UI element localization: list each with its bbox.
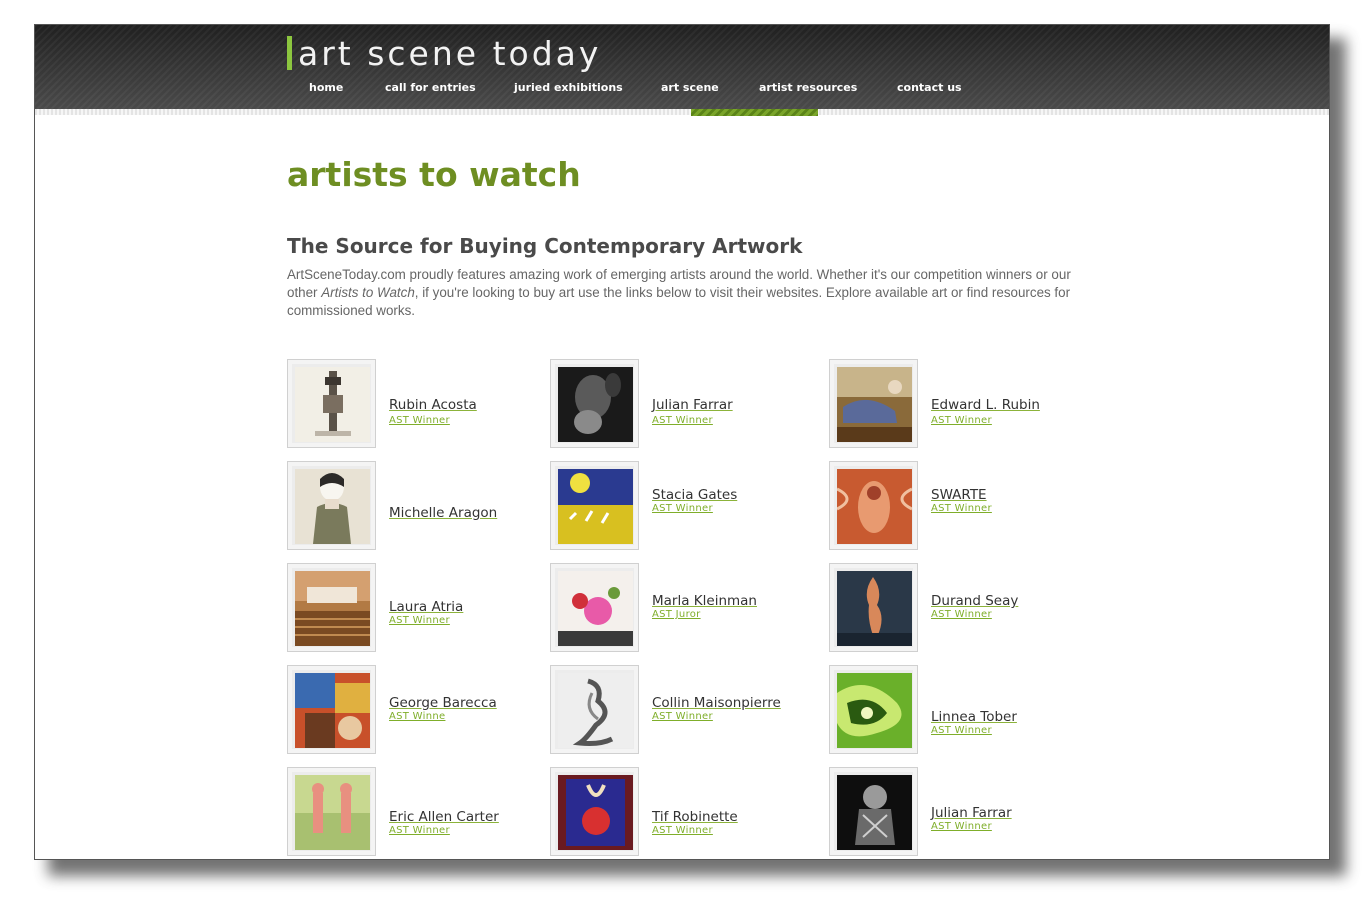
artist-name-link[interactable]: Julian Farrar <box>931 805 1012 821</box>
artwork-image-icon <box>558 673 633 748</box>
section-title: The Source for Buying Contemporary Artwo… <box>287 234 803 258</box>
site-logo[interactable]: art scene today <box>287 33 601 73</box>
artist-badge-link[interactable]: AST Winner <box>652 415 713 426</box>
artist-badge-link[interactable]: AST Juror <box>652 609 701 620</box>
artwork-thumbnail[interactable] <box>287 665 376 754</box>
artist-name-link[interactable]: Julian Farrar <box>652 397 733 413</box>
nav-call-for-entries[interactable]: call for entries <box>385 81 476 94</box>
artist-badge-link[interactable]: AST Winner <box>931 609 992 620</box>
artwork-image-icon <box>295 469 370 544</box>
site-header: art scene today home call for entries ju… <box>35 25 1329 109</box>
artwork-image-icon <box>295 367 370 442</box>
intro-paragraph: ArtSceneToday.com proudly features amazi… <box>287 266 1077 320</box>
artwork-thumbnail[interactable] <box>550 359 639 448</box>
artist-badge-link[interactable]: AST Winner <box>652 503 713 514</box>
artist-name-link[interactable]: George Barecca <box>389 695 497 711</box>
artist-badge-link[interactable]: AST Winner <box>389 825 450 836</box>
artist-badge-link[interactable]: AST Winne <box>389 711 445 722</box>
artwork-thumbnail[interactable] <box>550 563 639 652</box>
nav-home[interactable]: home <box>309 81 343 94</box>
artwork-image-icon <box>837 469 912 544</box>
nav-juried-exhibitions[interactable]: juried exhibitions <box>514 81 623 94</box>
artwork-image-icon <box>837 367 912 442</box>
nav-art-scene[interactable]: art scene <box>661 81 719 94</box>
artwork-thumbnail[interactable] <box>550 461 639 550</box>
artist-name-link[interactable]: Michelle Aragon <box>389 505 497 521</box>
main-nav: home call for entries juried exhibitions… <box>35 81 1329 99</box>
artwork-thumbnail[interactable] <box>829 665 918 754</box>
active-nav-indicator <box>691 109 818 116</box>
logo-text: art scene today <box>298 33 602 73</box>
artist-badge-link[interactable]: AST Winner <box>931 415 992 426</box>
intro-emphasis: Artists to Watch <box>321 285 415 300</box>
artwork-image-icon <box>837 775 912 850</box>
artist-badge-link[interactable]: AST Winner <box>931 821 992 832</box>
artwork-thumbnail[interactable] <box>829 461 918 550</box>
artist-name-link[interactable]: Marla Kleinman <box>652 593 757 609</box>
artist-badge-link[interactable]: AST Winner <box>652 825 713 836</box>
header-divider <box>35 109 1329 115</box>
artist-name-link[interactable]: Edward L. Rubin <box>931 397 1040 413</box>
artwork-image-icon <box>558 367 633 442</box>
artwork-thumbnail[interactable] <box>550 665 639 754</box>
artwork-image-icon <box>837 571 912 646</box>
artist-name-link[interactable]: Rubin Acosta <box>389 397 477 413</box>
artwork-image-icon <box>837 673 912 748</box>
artist-name-link[interactable]: Laura Atria <box>389 599 463 615</box>
artwork-thumbnail[interactable] <box>287 461 376 550</box>
artwork-image-icon <box>295 571 370 646</box>
artist-name-link[interactable]: SWARTE <box>931 487 987 503</box>
page-frame: art scene today home call for entries ju… <box>34 24 1330 860</box>
artwork-thumbnail[interactable] <box>829 563 918 652</box>
artwork-thumbnail[interactable] <box>287 563 376 652</box>
artwork-image-icon <box>295 775 370 850</box>
logo-bar-icon <box>287 36 292 70</box>
artist-name-link[interactable]: Tif Robinette <box>652 809 738 825</box>
artist-name-link[interactable]: Eric Allen Carter <box>389 809 499 825</box>
artist-badge-link[interactable]: AST Winner <box>931 503 992 514</box>
nav-contact-us[interactable]: contact us <box>897 81 962 94</box>
artist-name-link[interactable]: Linnea Tober <box>931 709 1017 725</box>
artwork-thumbnail[interactable] <box>287 359 376 448</box>
page-title: artists to watch <box>287 155 581 194</box>
artwork-image-icon <box>558 469 633 544</box>
artwork-thumbnail[interactable] <box>829 767 918 856</box>
artwork-image-icon <box>558 571 633 646</box>
artwork-thumbnail[interactable] <box>829 359 918 448</box>
artist-name-link[interactable]: Collin Maisonpierre <box>652 695 781 711</box>
artist-badge-link[interactable]: AST Winner <box>652 711 713 722</box>
artwork-image-icon <box>558 775 633 850</box>
nav-artist-resources[interactable]: artist resources <box>759 81 857 94</box>
artist-badge-link[interactable]: AST Winner <box>389 415 450 426</box>
artwork-thumbnail[interactable] <box>550 767 639 856</box>
artist-name-link[interactable]: Stacia Gates <box>652 487 737 503</box>
artist-name-link[interactable]: Durand Seay <box>931 593 1018 609</box>
artwork-thumbnail[interactable] <box>287 767 376 856</box>
artist-badge-link[interactable]: AST Winner <box>931 725 992 736</box>
artist-badge-link[interactable]: AST Winner <box>389 615 450 626</box>
artwork-image-icon <box>295 673 370 748</box>
